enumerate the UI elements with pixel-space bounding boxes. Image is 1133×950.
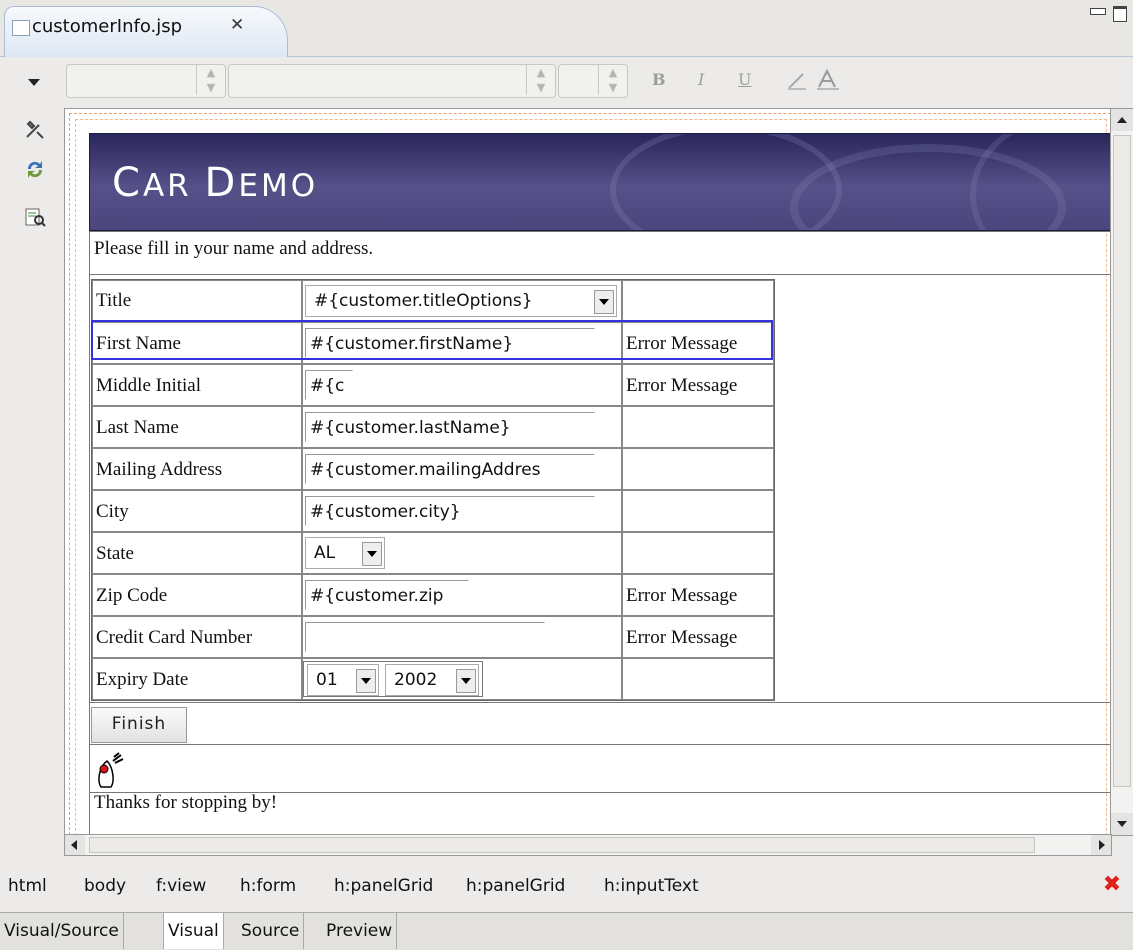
combo-spinner-icon: ▲ ▼	[196, 65, 225, 95]
visual-editor-canvas[interactable]: CAR DEMO Please fill in your name and ad…	[64, 108, 1112, 836]
breadcrumb-item-h-form[interactable]: h:form	[240, 876, 296, 896]
bold-button[interactable]: B	[652, 70, 666, 89]
zip-code-label: Zip Code	[96, 585, 168, 606]
middle-initial-label: Middle Initial	[96, 375, 202, 396]
view-menu-icon[interactable]	[28, 79, 40, 86]
close-icon[interactable]: ✕	[230, 15, 244, 35]
banner-title: CAR DEMO	[112, 160, 318, 206]
horizontal-scroll-thumb[interactable]	[89, 837, 1035, 853]
tab-preview[interactable]: Preview	[322, 913, 398, 949]
title-select-value: #{customer.titleOptions}	[314, 291, 533, 311]
vertical-scrollbar[interactable]	[1110, 108, 1133, 836]
banner-title-part: AR	[142, 168, 205, 204]
finish-button[interactable]: Finish	[91, 707, 187, 743]
file-jsp-icon	[12, 20, 30, 36]
last-name-label: Last Name	[96, 417, 179, 438]
underline-button[interactable]: U	[738, 70, 751, 89]
zip-code-input[interactable]: #{customer.zip	[305, 580, 469, 610]
thanks-text: Thanks for stopping by!	[94, 792, 278, 813]
expiry-month-value: 01	[316, 670, 338, 690]
middle-initial-input[interactable]: #{c	[305, 370, 353, 400]
vertical-scroll-thumb[interactable]	[1113, 135, 1131, 787]
expiry-date-label: Expiry Date	[96, 669, 189, 690]
credit-card-error: Error Message	[626, 627, 738, 648]
editor-mode-tabs: Visual/Source Visual Source Preview	[0, 912, 1133, 950]
breadcrumb-close-icon[interactable]: ✖	[1101, 874, 1123, 896]
error-cell	[622, 280, 774, 322]
scroll-right-icon[interactable]	[1091, 835, 1111, 855]
zip-code-error: Error Message	[626, 585, 738, 606]
car-demo-banner: CAR DEMO	[89, 133, 1111, 231]
title-label: Title	[96, 290, 132, 311]
editor-tab-title[interactable]: customerInfo.jsp	[32, 16, 182, 37]
grid-divider	[90, 702, 1111, 703]
middle-initial-error: Error Message	[626, 375, 738, 396]
combo-spinner-icon: ▲ ▼	[526, 65, 555, 95]
duke-icon	[98, 752, 124, 788]
scroll-up-icon[interactable]	[1111, 109, 1133, 131]
refresh-icon[interactable]	[24, 158, 46, 180]
italic-button[interactable]: I	[698, 70, 704, 89]
size-combo[interactable]: ▲ ▼	[558, 64, 628, 98]
grid-divider	[90, 274, 1111, 275]
highlight-color-icon[interactable]	[786, 71, 808, 91]
scroll-down-icon[interactable]	[1111, 813, 1133, 835]
chevron-down-icon[interactable]	[456, 669, 476, 693]
breadcrumb-item-h-inputtext[interactable]: h:inputText	[604, 876, 699, 896]
last-name-input[interactable]: #{customer.lastName}	[305, 412, 595, 442]
scroll-left-icon[interactable]	[65, 835, 85, 855]
chevron-down-icon[interactable]	[594, 290, 614, 314]
preview-icon[interactable]	[24, 206, 46, 228]
minimize-icon[interactable]	[1090, 8, 1106, 15]
tab-source[interactable]: Source	[237, 913, 305, 949]
font-combo[interactable]: ▲ ▼	[228, 64, 556, 98]
banner-title-initial: D	[204, 160, 239, 206]
error-cell	[622, 658, 774, 700]
state-select[interactable]: AL	[305, 537, 385, 569]
intro-text: Please fill in your name and address.	[94, 238, 374, 259]
breadcrumb: html body f:view h:form h:panelGrid h:pa…	[0, 866, 1133, 906]
tools-icon[interactable]	[24, 118, 46, 140]
expiry-year-value: 2002	[394, 670, 438, 690]
expiry-month-select[interactable]: 01	[307, 664, 379, 696]
credit-card-label: Credit Card Number	[96, 627, 253, 648]
grid-divider	[90, 744, 1111, 745]
selection-highlight	[91, 320, 773, 360]
mailing-address-input[interactable]: #{customer.mailingAddres	[305, 454, 595, 484]
city-input[interactable]: #{customer.city}	[305, 496, 595, 526]
error-cell	[622, 532, 774, 574]
error-cell	[622, 448, 774, 490]
error-cell	[622, 490, 774, 532]
state-label: State	[96, 543, 134, 564]
banner-title-initial: C	[112, 160, 143, 206]
state-select-value: AL	[314, 543, 336, 563]
style-combo[interactable]: ▲ ▼	[66, 64, 226, 98]
combo-spinner-icon: ▲ ▼	[598, 65, 627, 95]
title-select[interactable]: #{customer.titleOptions}	[305, 285, 617, 317]
horizontal-scrollbar[interactable]	[64, 834, 1112, 856]
breadcrumb-item-html[interactable]: html	[8, 876, 47, 896]
breadcrumb-item-h-panelgrid[interactable]: h:panelGrid	[334, 876, 433, 896]
chevron-down-icon[interactable]	[362, 542, 382, 566]
credit-card-input[interactable]	[305, 622, 545, 652]
font-color-icon[interactable]	[816, 69, 840, 91]
city-label: City	[96, 501, 129, 522]
maximize-icon[interactable]	[1113, 6, 1127, 22]
chevron-down-icon[interactable]	[356, 669, 376, 693]
breadcrumb-item-h-panelgrid[interactable]: h:panelGrid	[466, 876, 565, 896]
expiry-year-select[interactable]: 2002	[385, 664, 479, 696]
tab-visual[interactable]: Visual	[163, 913, 224, 949]
breadcrumb-item-f-view[interactable]: f:view	[156, 876, 206, 896]
banner-texture	[970, 134, 1111, 230]
formatting-toolbar: ▲ ▼ ▲ ▼ ▲ ▼ B I U	[0, 57, 1133, 107]
banner-title-part: EMO	[238, 168, 319, 204]
breadcrumb-item-body[interactable]: body	[84, 876, 126, 896]
tab-visual-source[interactable]: Visual/Source	[0, 913, 124, 949]
error-cell	[622, 406, 774, 448]
mailing-address-label: Mailing Address	[96, 459, 223, 480]
